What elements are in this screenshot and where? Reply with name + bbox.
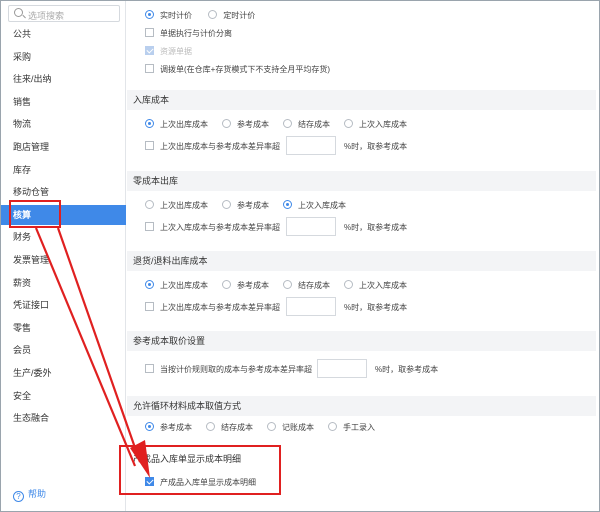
annotation-arrow-icon	[34, 227, 150, 478]
